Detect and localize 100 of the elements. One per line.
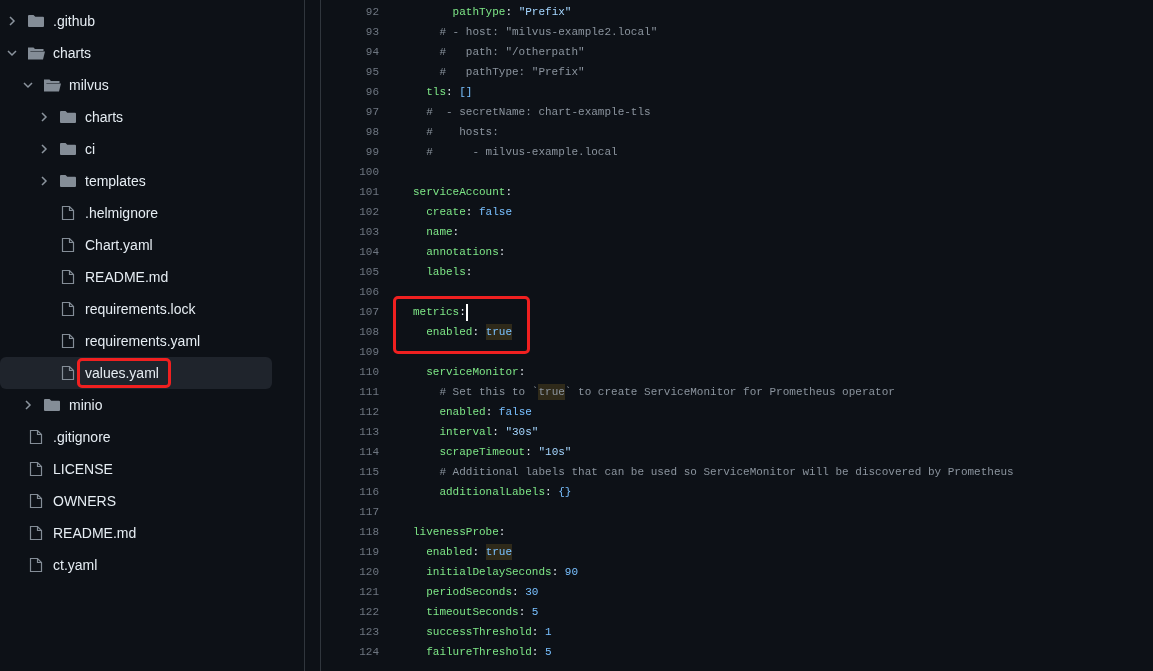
code-token: {} — [558, 484, 572, 500]
folder-icon — [59, 141, 77, 157]
code-token: name — [426, 224, 453, 240]
tree-item[interactable]: milvus — [0, 69, 272, 101]
code-token: : — [492, 424, 500, 440]
file-icon — [27, 429, 45, 445]
code-token: 90 — [564, 564, 579, 580]
code-comment: # hosts: — [426, 124, 499, 140]
tree-item[interactable]: LICENSE — [0, 453, 272, 485]
line-number: 112 — [358, 404, 379, 420]
line-number: 102 — [358, 204, 379, 220]
line-number: 98 — [364, 124, 379, 140]
code-comment: # pathType: "Prefix" — [439, 64, 585, 80]
code-token: enabled — [426, 544, 473, 560]
tree-item[interactable]: minio — [0, 389, 272, 421]
code-token: pathType — [452, 4, 506, 20]
code-token: : — [472, 544, 481, 560]
line-number: 115 — [358, 464, 379, 480]
code-token: metrics — [413, 304, 460, 320]
code-token: : — [505, 4, 514, 20]
file-icon — [27, 525, 45, 541]
code-comment: # path: "/otherpath" — [439, 44, 585, 60]
line-number: 116 — [358, 484, 379, 500]
tree-item[interactable]: requirements.yaml — [0, 325, 272, 357]
tree-item[interactable]: .helmignore — [0, 197, 272, 229]
code-comment: # Additional labels that can be used so ServiceMonitor will be discovered by Prometheus — [439, 464, 1014, 480]
line-number: 121 — [358, 584, 379, 600]
tree-item[interactable]: ct.yaml — [0, 549, 272, 581]
file-icon — [59, 333, 77, 349]
code-token: : — [518, 364, 526, 380]
code-token: : — [472, 324, 481, 340]
file-icon — [59, 237, 77, 253]
line-number: 105 — [358, 264, 379, 280]
tree-item[interactable]: OWNERS — [0, 485, 272, 517]
file-icon — [27, 461, 45, 477]
folder-icon — [59, 173, 77, 189]
code-token: : — [465, 204, 474, 220]
tree-item[interactable]: Chart.yaml — [0, 229, 272, 261]
code-token: failureThreshold — [426, 644, 532, 660]
code-token: livenessProbe — [413, 524, 499, 540]
folder-icon — [59, 109, 77, 125]
tree-item[interactable]: charts — [0, 101, 272, 133]
code-token: enabled — [426, 324, 473, 340]
code-token: [] — [459, 84, 473, 100]
tree-item[interactable]: README.md — [0, 261, 272, 293]
code-comment: true — [538, 383, 565, 401]
code-token: "30s" — [505, 424, 539, 440]
line-number: 106 — [358, 284, 379, 300]
code-token: : — [525, 444, 533, 460]
line-number: 108 — [358, 324, 379, 340]
code-token: labels — [426, 264, 466, 280]
line-number: 114 — [358, 444, 379, 460]
code-token: : — [551, 564, 560, 580]
file-icon — [59, 301, 77, 317]
code-token: "10s" — [538, 444, 572, 460]
line-number: 119 — [358, 544, 379, 560]
tree-item[interactable]: ci — [0, 133, 272, 165]
file-icon — [27, 557, 45, 573]
code-token: true — [485, 543, 513, 561]
tree-item[interactable]: charts — [0, 37, 272, 69]
code-token: serviceAccount — [413, 184, 506, 200]
code-token: successThreshold — [426, 624, 532, 640]
file-icon — [59, 365, 77, 381]
tree-item[interactable]: .gitignore — [0, 421, 272, 453]
code-token: initialDelaySeconds — [426, 564, 552, 580]
code-token: create — [426, 204, 466, 220]
code-token: false — [498, 404, 532, 420]
code-token: 5 — [531, 604, 539, 620]
code-token: : — [452, 224, 460, 240]
code-token: : — [505, 184, 513, 200]
tree-item[interactable]: values.yaml — [0, 357, 272, 389]
folder-icon — [43, 397, 61, 413]
file-icon — [59, 269, 77, 285]
line-number: 117 — [358, 504, 379, 520]
line-number: 104 — [358, 244, 379, 260]
code-token: scrapeTimeout — [439, 444, 526, 460]
line-number: 96 — [364, 84, 379, 100]
code-token: : — [498, 524, 506, 540]
tree-item[interactable]: templates — [0, 165, 272, 197]
line-number: 118 — [358, 524, 379, 540]
line-number: 93 — [364, 24, 379, 40]
line-number: 111 — [358, 384, 379, 400]
folder-icon — [27, 45, 45, 61]
line-number: 103 — [358, 224, 379, 240]
code-token: : — [531, 644, 540, 660]
tree-item[interactable]: .github — [0, 5, 272, 37]
code-token: 30 — [525, 584, 539, 600]
code-comment: ` to create ServiceMonitor for Prometheus operator — [564, 384, 895, 400]
code-token: 1 — [545, 624, 552, 640]
tree-item[interactable]: requirements.lock — [0, 293, 272, 325]
line-number: 92 — [364, 4, 379, 20]
code-token: : — [531, 624, 540, 640]
code-token: "Prefix" — [518, 4, 572, 20]
code-token: : — [512, 584, 520, 600]
tree-item[interactable]: README.md — [0, 517, 272, 549]
code-token: enabled — [439, 404, 486, 420]
line-number: 99 — [364, 144, 379, 160]
code-token: : — [518, 604, 527, 620]
line-number: 110 — [358, 364, 379, 380]
code-token: : — [459, 304, 466, 320]
